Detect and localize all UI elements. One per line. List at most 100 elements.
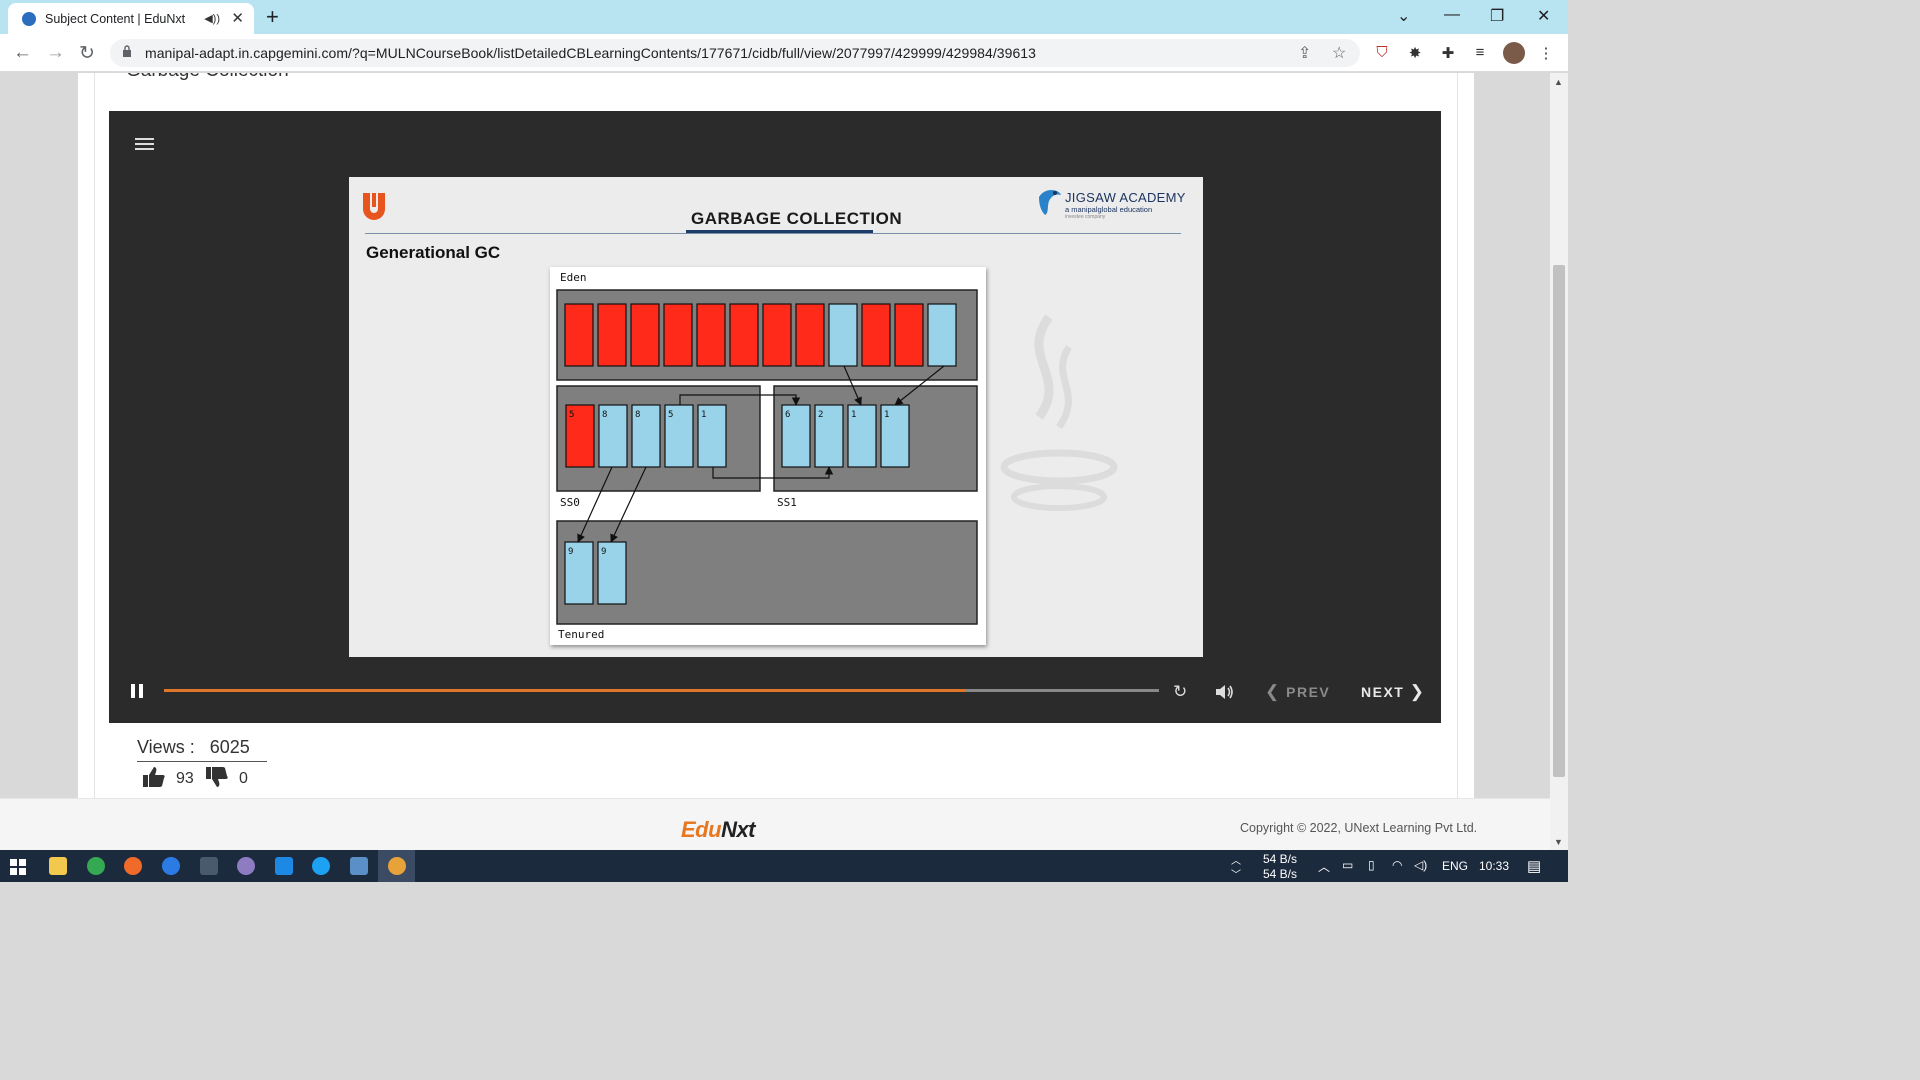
- extension-icon[interactable]: ✸: [1405, 44, 1425, 64]
- browser-menu-icon[interactable]: ⋮: [1536, 44, 1556, 64]
- app-pen-icon[interactable]: [200, 857, 218, 875]
- tenured-cell-number: 9: [568, 547, 573, 557]
- brand-subtitle-2: investee company: [1065, 214, 1106, 220]
- edunxt-logo[interactable]: EduNxt: [681, 817, 756, 843]
- views-label: Views :: [137, 737, 195, 757]
- logo-edu-text: Edu: [681, 817, 722, 842]
- back-icon[interactable]: ←: [13, 42, 32, 64]
- progress-fill: [164, 689, 965, 692]
- file-explorer-icon[interactable]: [49, 857, 67, 875]
- ss1-cell-number: 1: [884, 410, 889, 420]
- tray-chevron-down-icon[interactable]: ﹀: [1231, 866, 1241, 881]
- eden-cell: [597, 303, 627, 367]
- browser-tab-bar: Subject Content | EduNxt ◀)) ✕ + ⌄ — ❐ ✕: [0, 0, 1568, 34]
- display-icon[interactable]: ▯: [1368, 858, 1375, 872]
- replay-icon[interactable]: ↻: [1173, 682, 1187, 702]
- reload-icon[interactable]: ↻: [79, 42, 95, 65]
- windows-start-icon[interactable]: [10, 859, 26, 875]
- tab-close-icon[interactable]: ✕: [231, 9, 244, 27]
- wifi-icon[interactable]: ◠: [1392, 858, 1402, 872]
- brand-name: JIGSAW ACADEMY: [1065, 190, 1186, 205]
- eden-cell: [795, 303, 825, 367]
- bookmark-star-icon[interactable]: ☆: [1332, 43, 1346, 63]
- chevron-right-icon: ❯: [1409, 682, 1426, 701]
- eclipse-icon[interactable]: [237, 857, 255, 875]
- ss0-cell-number: 5: [668, 410, 673, 420]
- browser-toolbar: ← → ↻ manipal-adapt.in.capgemini.com/?q=…: [0, 34, 1568, 72]
- app-orange-icon[interactable]: [124, 857, 142, 875]
- lock-icon: [123, 45, 131, 57]
- video-player: GARBAGE COLLECTION JIGSAW ACADEMY a mani…: [109, 111, 1441, 723]
- clock[interactable]: 10:33: [1479, 859, 1509, 873]
- ss0-label: SS0: [560, 496, 580, 509]
- extension-shield-icon[interactable]: ⛉: [1372, 44, 1392, 64]
- ss0-cell-number: 1: [701, 410, 706, 420]
- eden-cell: [927, 303, 957, 367]
- thumbs-up-icon[interactable]: [142, 766, 166, 788]
- ss1-cell-number: 2: [818, 410, 823, 420]
- battery-icon[interactable]: ▭: [1342, 858, 1353, 872]
- tray-chevron-up-icon[interactable]: ︿: [1231, 852, 1241, 867]
- profile-avatar[interactable]: [1503, 42, 1525, 64]
- tab-search-icon[interactable]: ⌄: [1397, 6, 1410, 26]
- progress-bar[interactable]: [164, 689, 1159, 692]
- taskbar-active-item[interactable]: [378, 850, 415, 882]
- logo-nxt-text: Nxt: [721, 817, 756, 842]
- new-tab-icon[interactable]: +: [266, 4, 279, 30]
- speaker-icon[interactable]: ◁): [1414, 858, 1427, 872]
- jigsaw-bird-icon: [1039, 190, 1061, 215]
- page-footer: EduNxt Copyright © 2022, UNext Learning …: [0, 798, 1550, 850]
- eden-cell: [894, 303, 924, 367]
- next-button[interactable]: NEXT ❯: [1361, 682, 1425, 702]
- forward-icon[interactable]: →: [46, 42, 65, 64]
- volume-icon[interactable]: [1215, 683, 1235, 701]
- thumbs-down-icon[interactable]: [205, 766, 229, 788]
- restore-icon[interactable]: ❐: [1490, 6, 1504, 26]
- eden-cell: [630, 303, 660, 367]
- photos-icon[interactable]: [350, 857, 368, 875]
- browser-tab[interactable]: Subject Content | EduNxt ◀)) ✕: [8, 3, 254, 34]
- ss0-cell-number: 8: [635, 410, 640, 420]
- eden-cell: [696, 303, 726, 367]
- app-blue-icon[interactable]: [162, 857, 180, 875]
- hamburger-menu-icon[interactable]: [135, 138, 154, 150]
- eden-cell: [729, 303, 759, 367]
- notifications-icon[interactable]: ▤: [1527, 857, 1541, 875]
- vscode-icon[interactable]: [275, 857, 293, 875]
- windows-taskbar: ︿ ﹀ 54 B/s 54 B/s ︿ ▭ ▯ ◠ ◁) ENG 10:33 ▤: [0, 850, 1568, 882]
- tenured-cell-number: 9: [601, 547, 606, 557]
- likes-count: 93: [176, 770, 194, 787]
- u-logo-icon: [363, 193, 385, 220]
- page-scrollbar[interactable]: ▲ ▼: [1550, 73, 1568, 850]
- scroll-up-icon[interactable]: ▲: [1554, 77, 1563, 87]
- tab-audio-icon[interactable]: ◀)): [204, 12, 220, 25]
- eden-cell: [828, 303, 858, 367]
- ss1-cell-number: 6: [785, 410, 790, 420]
- show-hidden-icons-icon[interactable]: ︿: [1318, 858, 1330, 875]
- tenured-label: Tenured: [558, 628, 604, 641]
- gc-diagram: Eden 5 8 8 5 1 SS0 6 2 1 1 SS1 9 9 Tenured: [550, 267, 986, 645]
- chevron-left-icon: ❮: [1265, 682, 1281, 701]
- extensions-puzzle-icon[interactable]: ✚: [1438, 44, 1458, 64]
- prev-button[interactable]: ❮ PREV: [1265, 682, 1330, 702]
- media-control-icon[interactable]: ≡: [1470, 44, 1490, 64]
- scroll-down-icon[interactable]: ▼: [1554, 837, 1563, 847]
- eden-cell: [564, 303, 594, 367]
- edge-icon[interactable]: [312, 857, 330, 875]
- player-controls: ↻ ❮ PREV NEXT ❯: [109, 671, 1441, 723]
- language-indicator[interactable]: ENG: [1442, 859, 1468, 873]
- java-watermark-icon: [1000, 314, 1118, 511]
- ss1-cell-number: 1: [851, 410, 856, 420]
- slide: GARBAGE COLLECTION JIGSAW ACADEMY a mani…: [349, 177, 1203, 657]
- minimize-icon[interactable]: —: [1444, 6, 1460, 24]
- address-bar[interactable]: manipal-adapt.in.capgemini.com/?q=MULNCo…: [110, 39, 1360, 67]
- pause-icon[interactable]: [131, 684, 143, 698]
- slide-title: GARBAGE COLLECTION: [691, 209, 903, 228]
- net-speed-up: 54 B/s: [1263, 852, 1298, 866]
- window-close-icon[interactable]: ✕: [1537, 6, 1550, 26]
- ss1-label: SS1: [777, 496, 797, 509]
- chrome-icon[interactable]: [87, 857, 105, 875]
- share-icon[interactable]: ⇪: [1298, 43, 1311, 63]
- eden-label: Eden: [560, 271, 587, 284]
- scrollbar-thumb[interactable]: [1553, 265, 1565, 777]
